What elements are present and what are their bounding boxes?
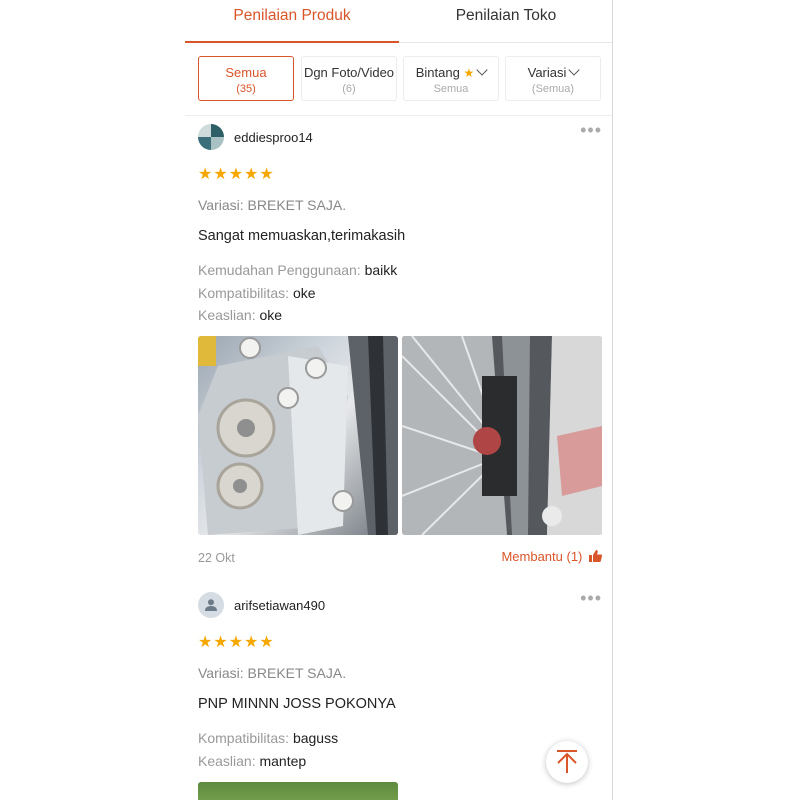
chevron-down-icon xyxy=(476,64,488,76)
avatar[interactable] xyxy=(198,124,224,150)
thumbs-up-icon xyxy=(589,550,603,562)
helpful-button[interactable]: Membantu (1) xyxy=(501,549,603,564)
filter-stars-line: Bintang ★ xyxy=(404,64,498,80)
rating-stars: ★★★★★ xyxy=(198,634,275,651)
attribute-key: Keaslian: xyxy=(198,307,256,323)
attribute-value: oke xyxy=(292,284,316,301)
reviewer-username[interactable]: arifsetiawan490 xyxy=(234,598,325,613)
filter-with-media-button[interactable]: Dgn Foto/Video (6) xyxy=(301,56,397,101)
review-photo[interactable] xyxy=(198,782,398,800)
user-icon xyxy=(205,599,217,611)
avatar[interactable] xyxy=(198,592,224,618)
review-photos xyxy=(198,336,602,535)
tab-product-reviews[interactable]: Penilaian Produk xyxy=(185,0,399,43)
review-filters: Semua (35) Dgn Foto/Video (6) Bintang ★ … xyxy=(198,56,602,102)
attribute-row: Keaslian: oke xyxy=(198,304,397,327)
filter-variation-button[interactable]: Variasi (Semua) xyxy=(505,56,601,101)
brake-bracket-photo xyxy=(198,336,398,535)
review-variation: Variasi: BREKET SAJA. xyxy=(198,197,347,213)
filter-stars-button[interactable]: Bintang ★ Semua xyxy=(403,56,499,101)
filter-variation-value: (Semua) xyxy=(531,83,575,95)
review-photo[interactable] xyxy=(198,336,398,535)
attribute-row: Kompatibilitas: oke xyxy=(198,282,397,305)
filter-variation-line: Variasi xyxy=(506,64,600,80)
more-options-icon[interactable]: ••• xyxy=(580,121,602,139)
reviewer-username[interactable]: eddiesproo14 xyxy=(234,130,313,145)
helpful-label: Membantu (1) xyxy=(501,549,583,564)
filter-with-media-label: Dgn Foto/Video xyxy=(303,65,395,80)
filter-all-button[interactable]: Semua (35) xyxy=(198,56,294,101)
filter-all-count: (35) xyxy=(236,83,256,95)
attribute-key: Kompatibilitas: xyxy=(198,284,290,301)
filter-variation-label: Variasi xyxy=(527,65,567,80)
active-tab-indicator xyxy=(185,41,399,43)
product-review-panel: Penilaian Produk Penilaian Toko Semua (3… xyxy=(185,0,613,800)
filter-stars-value: Semua xyxy=(433,83,469,95)
attribute-value: mantep xyxy=(259,752,307,769)
review-comment: PNP MINNN JOSS POKONYA xyxy=(198,696,396,712)
review-photo[interactable] xyxy=(402,336,602,535)
scroll-to-top-button[interactable] xyxy=(546,741,588,783)
review-variation: Variasi: BREKET SAJA. xyxy=(198,665,347,681)
arrow-up-icon xyxy=(557,750,577,773)
review-comment: Sangat memuaskan,terimakasih xyxy=(198,228,406,244)
attribute-key: Kemudahan Penggunaan: xyxy=(198,262,361,278)
filter-stars-label: Bintang xyxy=(415,65,460,80)
divider xyxy=(185,115,612,116)
filter-with-media-count: (6) xyxy=(342,83,356,95)
attribute-value: baikk xyxy=(364,262,398,278)
chevron-down-icon xyxy=(568,64,581,76)
filter-all-label: Semua xyxy=(225,65,267,80)
attribute-row: Kemudahan Penggunaan: baikk xyxy=(198,259,397,282)
attribute-row: Keaslian: mantep xyxy=(198,750,338,773)
review-tabs: Penilaian Produk Penilaian Toko xyxy=(185,0,612,43)
attribute-value: baguss xyxy=(292,730,339,746)
fork-mount-photo xyxy=(402,336,602,535)
review-date: 22 Okt xyxy=(198,551,235,565)
attribute-value: oke xyxy=(259,307,283,323)
tab-store-reviews[interactable]: Penilaian Toko xyxy=(399,0,612,43)
attribute-row: Kompatibilitas: baguss xyxy=(198,727,338,750)
rating-stars: ★★★★★ xyxy=(198,166,275,183)
review-attributes: Kompatibilitas: baguss Keaslian: mantep xyxy=(198,727,338,772)
review-attributes: Kemudahan Penggunaan: baikk Kompatibilit… xyxy=(198,259,397,327)
star-icon: ★ xyxy=(463,66,475,80)
more-options-icon[interactable]: ••• xyxy=(580,589,602,607)
attribute-key: Keaslian: xyxy=(198,752,256,769)
attribute-key: Kompatibilitas: xyxy=(198,730,290,746)
